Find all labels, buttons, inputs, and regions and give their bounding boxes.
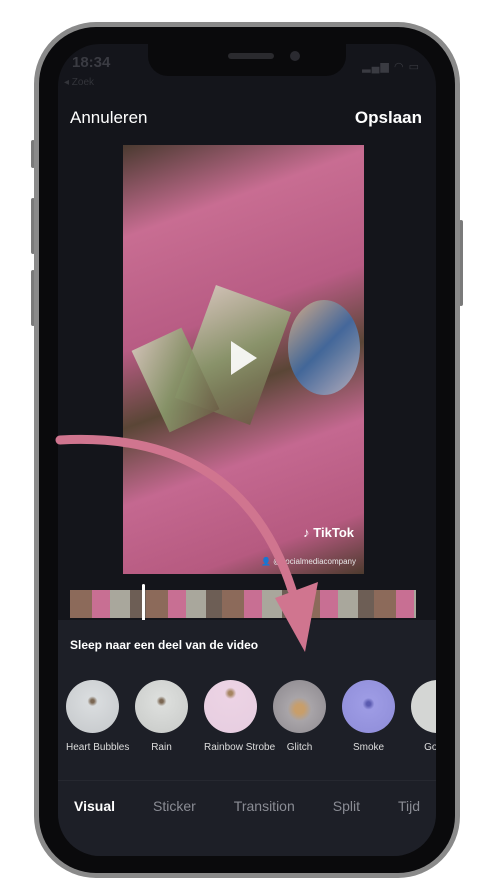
annotation-arrow-icon (55, 434, 318, 652)
